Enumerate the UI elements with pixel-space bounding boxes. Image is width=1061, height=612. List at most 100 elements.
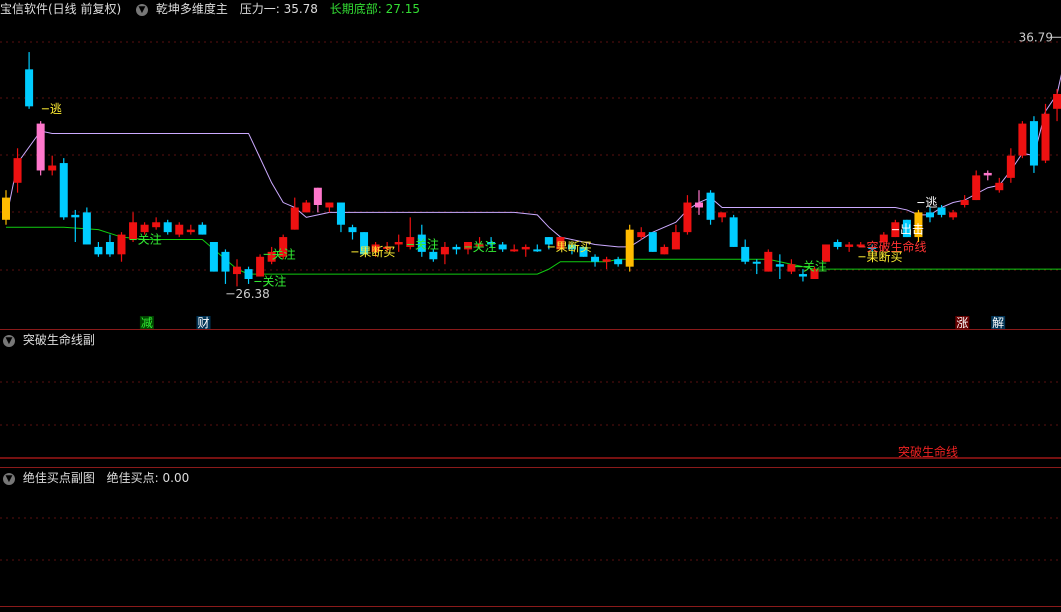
panel-separator: [0, 467, 1061, 468]
candle-body: [464, 242, 472, 250]
candle-body: [845, 244, 854, 247]
candle-body: [336, 202, 345, 225]
bottom-marker-label: 解: [992, 316, 1004, 330]
candle-body: [648, 232, 657, 252]
buy-value: 0.00: [162, 471, 190, 485]
panel-separator: [0, 329, 1061, 330]
candle-body: [175, 224, 184, 235]
candle-body: [960, 200, 969, 205]
candle-body: [949, 212, 958, 218]
candle-body: [440, 246, 449, 255]
candle-body: [498, 244, 507, 250]
candle-body: [510, 249, 519, 252]
candle-body: [313, 187, 322, 205]
candle-body: [1006, 155, 1015, 178]
bottom-marker-label: 减: [141, 316, 153, 330]
collapse-icon[interactable]: ▼: [3, 472, 15, 485]
candle-body: [71, 214, 80, 218]
candle-body: [856, 244, 865, 247]
candle-body: [152, 222, 161, 228]
annotation-label: 果断买: [359, 244, 395, 259]
candle-body: [752, 261, 761, 264]
annotation-label: 果断买: [556, 239, 592, 254]
annotation-label: 关注: [272, 246, 296, 261]
candle-body: [1029, 121, 1038, 166]
annotation-label: 逃: [925, 196, 937, 210]
min-price-label: 26.38: [235, 287, 269, 301]
candle-body: [244, 269, 253, 279]
candle-body: [983, 172, 992, 176]
candle-body: [718, 212, 727, 218]
candle-body: [764, 251, 773, 272]
candle-body: [995, 182, 1004, 191]
candle-body: [625, 229, 634, 267]
candle-body: [741, 246, 750, 262]
candle-body: [671, 232, 680, 250]
candle-body: [198, 224, 207, 235]
candle-body: [140, 224, 149, 233]
candle-body: [221, 251, 230, 272]
candle-body: [429, 251, 438, 260]
annotation-label: 出击: [900, 223, 924, 237]
bottom-marker-label: 财: [198, 316, 210, 330]
sub1-header: ▼ 突破生命线副: [0, 331, 95, 349]
candle-body: [833, 242, 842, 247]
candle-body: [602, 259, 611, 262]
annotation-label: 关注: [803, 259, 827, 274]
candle-body: [82, 212, 91, 245]
candle-body: [706, 192, 715, 220]
annotation-label: 关注: [138, 232, 162, 247]
candle-body: [94, 246, 103, 255]
sub1-title: 突破生命线副: [22, 333, 95, 347]
candle-body: [1041, 113, 1050, 161]
candle-body: [233, 266, 241, 275]
candle-body: [302, 202, 311, 213]
candle-body: [452, 246, 461, 250]
candle-body: [591, 256, 600, 262]
candle-body: [406, 237, 415, 247]
candle-body: [163, 222, 172, 233]
candle-body: [637, 232, 646, 238]
candle-body: [36, 123, 45, 171]
candle-body: [544, 237, 553, 245]
candle-body: [325, 202, 334, 208]
candle-body: [972, 175, 981, 201]
buy-label: 绝佳买点:: [106, 471, 159, 485]
candle-body: [209, 242, 218, 272]
sub1-line-label: 突破生命线: [898, 445, 959, 459]
candle-body: [775, 264, 784, 267]
annotation-label: 关注: [415, 236, 439, 251]
candle-body: [937, 207, 946, 215]
upper-line: [5, 73, 1061, 248]
candle-body: [59, 163, 68, 218]
sub2-header: ▼ 绝佳买点副图 绝佳买点: 0.00: [0, 469, 189, 487]
candle-body: [129, 222, 138, 240]
candle-body: [105, 242, 114, 255]
candle-body: [117, 234, 126, 255]
candle-body: [348, 227, 357, 233]
candlestick-chart[interactable]: 逃关注关注关注果断买关注 关注 果断买关注突破生命线果断买出击逃36.7926.38…: [0, 0, 1061, 612]
bottom-marker-label: 涨: [956, 315, 968, 330]
candle-body: [660, 246, 669, 255]
candle-body: [787, 264, 796, 272]
candle-body: [186, 229, 195, 233]
candle-body: [695, 202, 703, 208]
candle-body: [683, 202, 692, 233]
candle-body: [1053, 94, 1061, 109]
max-price-label: 36.79: [1019, 30, 1053, 44]
candle-body: [1018, 123, 1027, 156]
candle-body: [614, 259, 623, 265]
panel-separator: [0, 606, 1061, 607]
candle-body: [798, 274, 807, 277]
candle-body: [290, 207, 299, 230]
annotation-label: 果断买: [866, 249, 902, 264]
candle-body: [533, 249, 542, 252]
annotation-label: 关注: [473, 239, 497, 254]
annotation-label: 逃: [50, 102, 62, 116]
candle-body: [2, 197, 10, 220]
candle-body: [13, 158, 22, 183]
candle-body: [926, 212, 934, 218]
collapse-icon[interactable]: ▼: [3, 334, 15, 347]
candle-body: [394, 242, 403, 245]
candle-body: [48, 165, 57, 171]
